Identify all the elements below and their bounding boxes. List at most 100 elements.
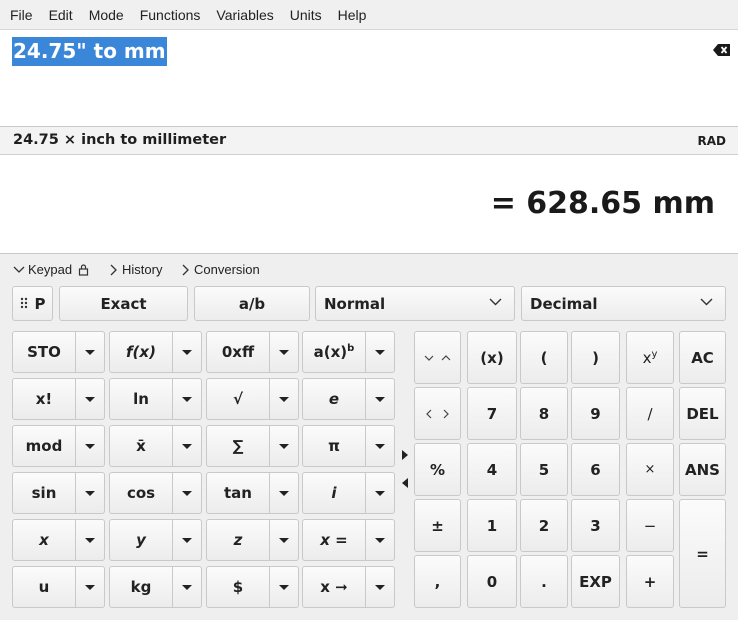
programming-keypad-button[interactable]: P: [12, 286, 53, 321]
key-sum[interactable]: ∑: [206, 425, 270, 467]
key-delete[interactable]: DEL: [679, 387, 726, 440]
key-convert-menu[interactable]: [366, 566, 395, 608]
menu-units[interactable]: Units: [282, 0, 330, 30]
key-var-y[interactable]: y: [109, 519, 173, 561]
menu-mode[interactable]: Mode: [81, 0, 132, 30]
key-imaginary-menu[interactable]: [366, 472, 395, 514]
key-8[interactable]: 8: [520, 387, 568, 440]
key-e[interactable]: e: [302, 378, 366, 420]
key-sqrt[interactable]: √: [206, 378, 270, 420]
key-2[interactable]: 2: [520, 499, 568, 552]
key-tan-menu[interactable]: [270, 472, 299, 514]
key-unit-kg[interactable]: kg: [109, 566, 173, 608]
menu-functions[interactable]: Functions: [132, 0, 209, 30]
key-percent[interactable]: %: [414, 443, 461, 496]
key-hex-menu[interactable]: [270, 331, 299, 373]
menu-help[interactable]: Help: [330, 0, 375, 30]
key-e-menu[interactable]: [366, 378, 395, 420]
key-equation-group: x =: [302, 519, 395, 561]
key-unit-u[interactable]: u: [12, 566, 76, 608]
key-tan[interactable]: tan: [206, 472, 270, 514]
key-plus[interactable]: +: [626, 555, 674, 608]
backspace-clear-icon[interactable]: [712, 42, 732, 58]
tab-conversion[interactable]: Conversion: [181, 262, 260, 277]
expression-input-area[interactable]: 24.75" to mm: [0, 30, 738, 127]
key-divide[interactable]: ∕: [626, 387, 674, 440]
key-var-y-menu[interactable]: [173, 519, 202, 561]
key-multiply[interactable]: ×: [626, 443, 674, 496]
key-1[interactable]: 1: [467, 499, 517, 552]
key-ln[interactable]: ln: [109, 378, 173, 420]
key-fx-menu[interactable]: [173, 331, 202, 373]
expression-input[interactable]: 24.75" to mm: [12, 37, 167, 66]
key-sum-menu[interactable]: [270, 425, 299, 467]
key-0[interactable]: 0: [467, 555, 517, 608]
key-unit-u-menu[interactable]: [76, 566, 105, 608]
key-answer[interactable]: ANS: [679, 443, 726, 496]
key-pi[interactable]: π: [302, 425, 366, 467]
expand-right-icon[interactable]: [402, 450, 408, 460]
tab-keypad[interactable]: Keypad: [13, 262, 92, 277]
key-plus-minus[interactable]: ±: [414, 499, 461, 552]
key-unit-kg-menu[interactable]: [173, 566, 202, 608]
key-mod[interactable]: mod: [12, 425, 76, 467]
display-mode-select[interactable]: Normal: [315, 286, 515, 321]
key-equals[interactable]: =: [679, 499, 726, 608]
key-4[interactable]: 4: [467, 443, 517, 496]
key-factorial[interactable]: x!: [12, 378, 76, 420]
key-power-xy[interactable]: xy: [626, 331, 674, 384]
key-exp[interactable]: EXP: [571, 555, 620, 608]
key-3[interactable]: 3: [571, 499, 620, 552]
key-power-menu[interactable]: [366, 331, 395, 373]
key-sin-menu[interactable]: [76, 472, 105, 514]
key-9[interactable]: 9: [571, 387, 620, 440]
key-fx[interactable]: f(x): [109, 331, 173, 373]
key-currency-menu[interactable]: [270, 566, 299, 608]
key-3-label: 3: [590, 516, 601, 535]
key-cos[interactable]: cos: [109, 472, 173, 514]
key-7[interactable]: 7: [467, 387, 517, 440]
key-equation-menu[interactable]: [366, 519, 395, 561]
key-imaginary[interactable]: i: [302, 472, 366, 514]
key-convert[interactable]: x ➞: [302, 566, 366, 608]
key-sto[interactable]: STO: [12, 331, 76, 373]
key-mean-menu[interactable]: [173, 425, 202, 467]
key-var-x[interactable]: x: [12, 519, 76, 561]
key-currency[interactable]: $: [206, 566, 270, 608]
key-sin[interactable]: sin: [12, 472, 76, 514]
key-mod-menu[interactable]: [76, 425, 105, 467]
key-power[interactable]: a(x)b: [302, 331, 366, 373]
key-ln-menu[interactable]: [173, 378, 202, 420]
menu-variables[interactable]: Variables: [208, 0, 281, 30]
angle-unit-indicator[interactable]: RAD: [698, 134, 727, 148]
key-hex[interactable]: 0xff: [206, 331, 270, 373]
fraction-button[interactable]: a/b: [194, 286, 310, 321]
cursor-left-right-button[interactable]: [414, 387, 461, 440]
key-var-x-menu[interactable]: [76, 519, 105, 561]
key-comma[interactable]: ,: [414, 555, 461, 608]
tab-history[interactable]: History: [109, 262, 162, 277]
key-right-paren[interactable]: ): [571, 331, 620, 384]
key-equation[interactable]: x =: [302, 519, 366, 561]
cursor-up-down-button[interactable]: [414, 331, 461, 384]
key-mean[interactable]: x̄: [109, 425, 173, 467]
key-cos-menu[interactable]: [173, 472, 202, 514]
key-var-z-menu[interactable]: [270, 519, 299, 561]
key-left-paren[interactable]: (: [520, 331, 568, 384]
key-factorial-menu[interactable]: [76, 378, 105, 420]
key-5[interactable]: 5: [520, 443, 568, 496]
number-base-select[interactable]: Decimal: [521, 286, 726, 321]
key-sto-menu[interactable]: [76, 331, 105, 373]
menu-edit[interactable]: Edit: [41, 0, 81, 30]
key-all-clear[interactable]: AC: [679, 331, 726, 384]
key-var-z[interactable]: z: [206, 519, 270, 561]
key-6[interactable]: 6: [571, 443, 620, 496]
collapse-left-icon[interactable]: [402, 478, 408, 488]
key-sqrt-menu[interactable]: [270, 378, 299, 420]
key-decimal-point[interactable]: .: [520, 555, 568, 608]
key-smart-paren[interactable]: (x): [467, 331, 517, 384]
menu-file[interactable]: File: [2, 0, 41, 30]
key-pi-menu[interactable]: [366, 425, 395, 467]
key-minus[interactable]: −: [626, 499, 674, 552]
exact-button[interactable]: Exact: [59, 286, 188, 321]
